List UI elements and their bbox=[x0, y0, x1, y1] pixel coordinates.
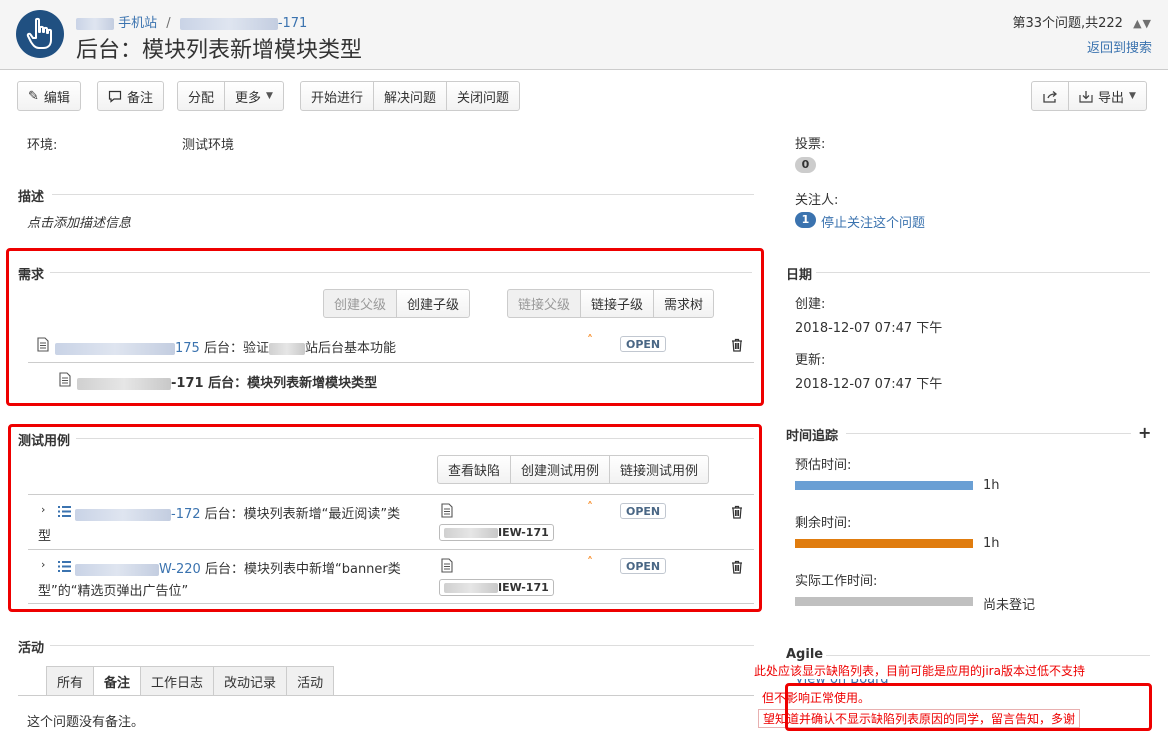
pager-position: 第33个问题,共222 bbox=[1012, 16, 1123, 31]
created-value: 2018-12-07 07:47 下午 bbox=[795, 321, 943, 336]
tab-comments[interactable]: 备注 bbox=[93, 666, 142, 695]
pencil-icon: ✎ bbox=[28, 88, 39, 104]
logged-label: 实际工作时间: bbox=[795, 574, 878, 589]
remaining-bar bbox=[795, 539, 973, 548]
close-issue-button[interactable]: 关闭问题 bbox=[446, 81, 521, 111]
agile-highlight bbox=[785, 683, 1152, 731]
more-label: 更多 bbox=[235, 90, 262, 106]
more-button[interactable]: 更多 ▼ bbox=[224, 81, 284, 111]
time-tracking-heading: 时间追踪 bbox=[786, 429, 839, 444]
pager-arrows-icon[interactable]: ▲▼ bbox=[1133, 17, 1152, 30]
tab-activity[interactable]: 活动 bbox=[286, 666, 335, 695]
assign-more-group: 分配 更多 ▼ bbox=[177, 81, 284, 111]
blurred-project-key bbox=[76, 17, 114, 30]
resolve-issue-button[interactable]: 解决问题 bbox=[373, 81, 448, 111]
workflow-group: 开始进行 解决问题 关闭问题 bbox=[300, 81, 521, 111]
tab-history[interactable]: 改动记录 bbox=[213, 666, 288, 695]
edit-button[interactable]: ✎ 编辑 bbox=[17, 81, 81, 111]
comment-label: 备注 bbox=[127, 90, 154, 106]
share-export-group: 导出 ▼ bbox=[1031, 81, 1147, 111]
no-comments-text: 这个问题没有备注。 bbox=[27, 715, 145, 730]
breadcrumb-project-link[interactable]: 手机站 bbox=[118, 16, 157, 31]
breadcrumb: 手机站 / -171 bbox=[76, 12, 307, 31]
export-button[interactable]: 导出 ▼ bbox=[1068, 81, 1147, 111]
tab-worklog[interactable]: 工作日志 bbox=[140, 666, 215, 695]
comment-button[interactable]: 备注 bbox=[97, 81, 165, 111]
votes-count-badge[interactable]: 0 bbox=[795, 157, 816, 173]
hand-pointer-icon bbox=[26, 17, 52, 49]
environment-value: 测试环境 bbox=[182, 138, 235, 153]
return-to-search-link[interactable]: 返回到搜索 bbox=[1012, 37, 1152, 56]
annotation-line-1: 此处应该显示缺陷列表，目前可能是应用的jira版本过低不支持 bbox=[752, 662, 1087, 679]
activity-divider bbox=[50, 645, 754, 646]
export-label: 导出 bbox=[1098, 90, 1125, 106]
estimated-label: 预估时间: bbox=[795, 458, 852, 473]
testcases-highlight bbox=[8, 424, 762, 612]
created-label: 创建: bbox=[795, 297, 826, 312]
breadcrumb-separator: / bbox=[166, 16, 171, 31]
stop-watching-link[interactable]: 停止关注这个问题 bbox=[821, 212, 925, 231]
dates-heading: 日期 bbox=[786, 268, 813, 283]
blurred-issue-key bbox=[179, 17, 278, 30]
agile-heading: Agile bbox=[786, 647, 824, 662]
issue-pager: 第33个问题,共222 ▲▼ 返回到搜索 bbox=[1012, 12, 1152, 56]
votes-label: 投票: bbox=[795, 137, 826, 152]
share-button[interactable] bbox=[1031, 81, 1069, 111]
share-icon bbox=[1042, 90, 1057, 103]
remaining-label: 剩余时间: bbox=[795, 516, 852, 531]
requirements-highlight bbox=[6, 248, 764, 406]
breadcrumb-issue-link[interactable]: -171 bbox=[278, 16, 308, 31]
updated-value: 2018-12-07 07:47 下午 bbox=[795, 377, 943, 392]
estimated-value: 1h bbox=[983, 478, 1000, 493]
page-title: 后台：模块列表新增模块类型 bbox=[76, 38, 363, 63]
updated-label: 更新: bbox=[795, 353, 826, 368]
edit-group: ✎ 编辑 bbox=[17, 81, 81, 111]
activity-tabs: 所有 备注 工作日志 改动记录 活动 bbox=[46, 666, 335, 695]
logged-value: 尚未登记 bbox=[983, 598, 1036, 613]
speech-bubble-icon bbox=[108, 90, 122, 103]
comment-group: 备注 bbox=[97, 81, 165, 111]
chevron-down-icon: ▼ bbox=[266, 91, 273, 101]
project-avatar[interactable] bbox=[16, 10, 64, 58]
estimated-bar bbox=[795, 481, 973, 490]
start-progress-button[interactable]: 开始进行 bbox=[300, 81, 375, 111]
description-divider bbox=[52, 194, 754, 195]
description-heading: 描述 bbox=[18, 190, 45, 205]
add-worklog-icon[interactable]: + bbox=[1138, 425, 1151, 441]
logged-bar bbox=[795, 597, 973, 606]
dates-divider bbox=[816, 272, 1150, 273]
watchers-label: 关注人: bbox=[795, 193, 839, 208]
watchers-count-badge[interactable]: 1 bbox=[795, 212, 816, 228]
tab-all[interactable]: 所有 bbox=[46, 666, 95, 695]
tabs-baseline bbox=[18, 695, 754, 696]
remaining-value: 1h bbox=[983, 536, 1000, 551]
activity-heading: 活动 bbox=[18, 641, 45, 656]
time-tracking-divider bbox=[846, 433, 1131, 434]
environment-label: 环境: bbox=[27, 138, 58, 153]
issue-header: 手机站 / -171 后台：模块列表新增模块类型 第33个问题,共222 ▲▼ … bbox=[0, 0, 1168, 70]
assign-button[interactable]: 分配 bbox=[177, 81, 226, 111]
description-placeholder[interactable]: 点击添加描述信息 bbox=[27, 212, 131, 231]
edit-label: 编辑 bbox=[43, 90, 70, 106]
chevron-down-icon: ▼ bbox=[1129, 91, 1136, 101]
download-icon bbox=[1079, 90, 1093, 103]
agile-divider bbox=[826, 655, 1150, 656]
